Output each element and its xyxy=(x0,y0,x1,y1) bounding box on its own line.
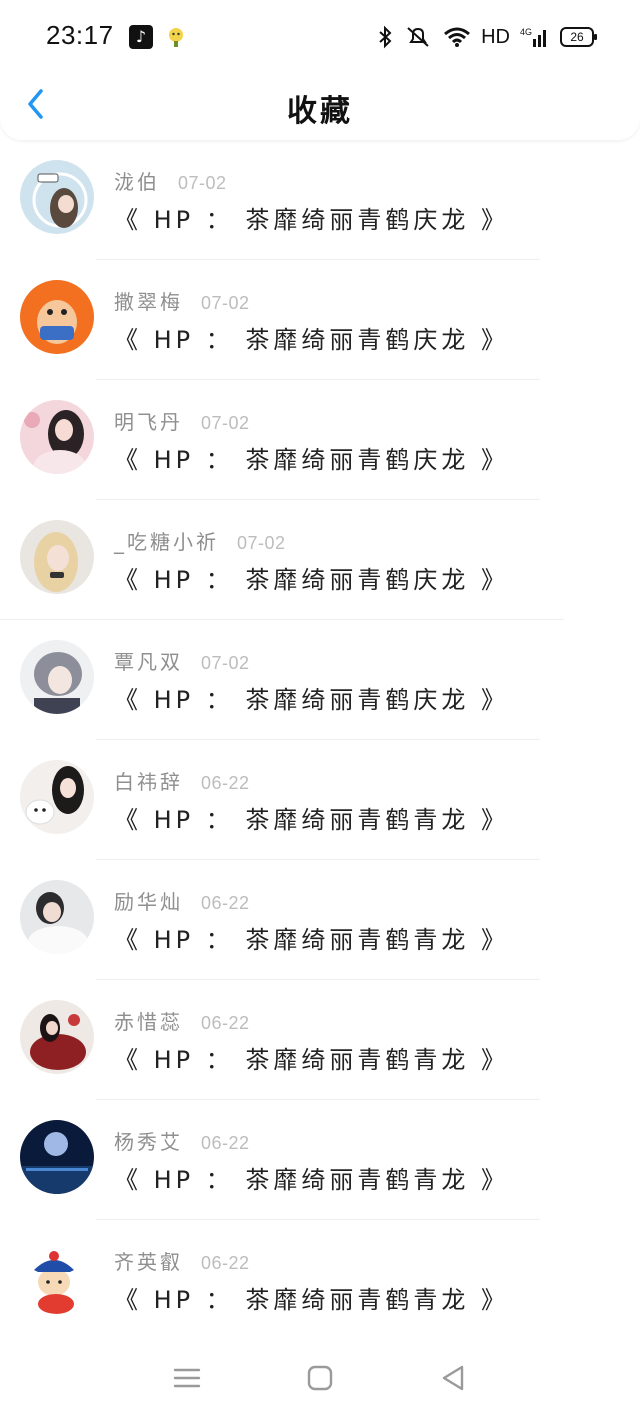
item-meta: _吃糖小祈 07-02 xyxy=(114,526,286,555)
item-author: 励华灿 xyxy=(114,890,183,914)
system-back-button[interactable] xyxy=(433,1358,473,1398)
list-item[interactable]: 白祎辞 06-22 《 HP ： 茶靡绮丽青鹤青龙 》 xyxy=(0,740,640,860)
avatar[interactable] xyxy=(20,280,94,354)
page-title: 收藏 xyxy=(287,94,353,129)
item-author: 杨秀艾 xyxy=(114,1130,183,1154)
item-author: 齐英叡 xyxy=(114,1250,183,1274)
item-date: 06-22 xyxy=(201,1253,250,1273)
favorites-list: 泷伯 07-02 《 HP ： 茶靡绮丽青鹤庆龙 》 撒翠梅 07-02 《 H… xyxy=(0,140,640,1340)
item-meta: 覃凡双 07-02 xyxy=(114,646,250,675)
item-author: 泷伯 xyxy=(114,170,160,194)
item-date: 07-02 xyxy=(201,293,250,313)
item-date: 06-22 xyxy=(201,1013,250,1033)
item-title[interactable]: 《 HP ： 茶靡绮丽青鹤青龙 》 xyxy=(114,1280,509,1315)
avatar[interactable] xyxy=(20,160,94,234)
item-meta: 赤惜蕊 06-22 xyxy=(114,1006,250,1035)
avatar[interactable] xyxy=(20,1120,94,1194)
list-item[interactable]: 赤惜蕊 06-22 《 HP ： 茶靡绮丽青鹤青龙 》 xyxy=(0,980,640,1100)
home-button[interactable] xyxy=(300,1358,340,1398)
item-title[interactable]: 《 HP ： 茶靡绮丽青鹤庆龙 》 xyxy=(114,200,509,235)
list-item[interactable]: 杨秀艾 06-22 《 HP ： 茶靡绮丽青鹤青龙 》 xyxy=(0,1100,640,1220)
item-date: 07-02 xyxy=(201,413,250,433)
signal-label: 4G xyxy=(520,27,532,37)
avatar[interactable] xyxy=(20,520,94,594)
list-item[interactable]: 励华灿 06-22 《 HP ： 茶靡绮丽青鹤青龙 》 xyxy=(0,860,640,980)
item-title[interactable]: 《 HP ： 茶靡绮丽青鹤庆龙 》 xyxy=(114,680,509,715)
list-item[interactable]: 明飞丹 07-02 《 HP ： 茶靡绮丽青鹤庆龙 》 xyxy=(0,380,640,500)
avatar[interactable] xyxy=(20,400,94,474)
item-title[interactable]: 《 HP ： 茶靡绮丽青鹤庆龙 》 xyxy=(114,440,509,475)
status-icons: HD 4G 26 xyxy=(377,22,597,52)
header-bar: 收藏 xyxy=(0,72,640,140)
avatar[interactable] xyxy=(20,640,94,714)
item-author: 撒翠梅 xyxy=(114,290,183,314)
wifi-icon xyxy=(443,26,471,48)
list-item[interactable]: _吃糖小祈 07-02 《 HP ： 茶靡绮丽青鹤庆龙 》 xyxy=(0,500,640,620)
avatar[interactable] xyxy=(20,1240,94,1314)
mute-bell-icon xyxy=(403,25,433,49)
item-author: _吃糖小祈 xyxy=(114,530,219,554)
item-meta: 明飞丹 07-02 xyxy=(114,406,250,435)
item-date: 06-22 xyxy=(201,1133,250,1153)
item-title[interactable]: 《 HP ： 茶靡绮丽青鹤青龙 》 xyxy=(114,1040,509,1075)
item-title[interactable]: 《 HP ： 茶靡绮丽青鹤青龙 》 xyxy=(114,920,509,955)
status-time: 23:17 xyxy=(46,20,114,50)
item-meta: 齐英叡 06-22 xyxy=(114,1246,250,1275)
back-triangle-icon xyxy=(443,1365,464,1391)
item-title[interactable]: 《 HP ： 茶靡绮丽青鹤青龙 》 xyxy=(114,800,509,835)
avatar[interactable] xyxy=(20,880,94,954)
tiktok-notification-icon: ♪ xyxy=(129,25,153,49)
item-author: 白祎辞 xyxy=(114,770,183,794)
item-author: 明飞丹 xyxy=(114,410,183,434)
list-item[interactable]: 泷伯 07-02 《 HP ： 茶靡绮丽青鹤庆龙 》 xyxy=(0,140,640,260)
item-date: 07-02 xyxy=(237,533,286,553)
item-author: 覃凡双 xyxy=(114,650,183,674)
item-title[interactable]: 《 HP ： 茶靡绮丽青鹤青龙 》 xyxy=(114,1160,509,1195)
item-date: 07-02 xyxy=(178,173,227,193)
battery-icon: 26 xyxy=(560,27,597,47)
item-title[interactable]: 《 HP ： 茶靡绮丽青鹤庆龙 》 xyxy=(114,560,509,595)
item-meta: 励华灿 06-22 xyxy=(114,886,250,915)
item-author: 赤惜蕊 xyxy=(114,1010,183,1034)
avatar[interactable] xyxy=(20,760,94,834)
home-square-icon xyxy=(307,1365,333,1391)
item-date: 06-22 xyxy=(201,773,250,793)
app-notification-icon xyxy=(164,25,188,49)
item-date: 07-02 xyxy=(201,653,250,673)
list-item[interactable]: 覃凡双 07-02 《 HP ： 茶靡绮丽青鹤庆龙 》 xyxy=(0,620,640,740)
system-nav-bar xyxy=(0,1334,640,1422)
signal-icon: 4G xyxy=(520,25,550,49)
list-item[interactable]: 齐英叡 06-22 《 HP ： 茶靡绮丽青鹤青龙 》 xyxy=(0,1220,640,1340)
item-meta: 撒翠梅 07-02 xyxy=(114,286,250,315)
bluetooth-icon xyxy=(377,25,393,49)
recent-apps-button[interactable] xyxy=(167,1358,207,1398)
avatar[interactable] xyxy=(20,1000,94,1074)
list-item[interactable]: 撒翠梅 07-02 《 HP ： 茶靡绮丽青鹤庆龙 》 xyxy=(0,260,640,380)
menu-icon xyxy=(173,1368,200,1388)
item-date: 06-22 xyxy=(201,893,250,913)
item-meta: 泷伯 07-02 xyxy=(114,166,227,195)
status-bar: 23:17 ♪ HD 4G 26 xyxy=(0,0,640,72)
item-meta: 杨秀艾 06-22 xyxy=(114,1126,250,1155)
item-title[interactable]: 《 HP ： 茶靡绮丽青鹤庆龙 》 xyxy=(114,320,509,355)
network-hd-label: HD xyxy=(481,25,510,48)
item-meta: 白祎辞 06-22 xyxy=(114,766,250,795)
